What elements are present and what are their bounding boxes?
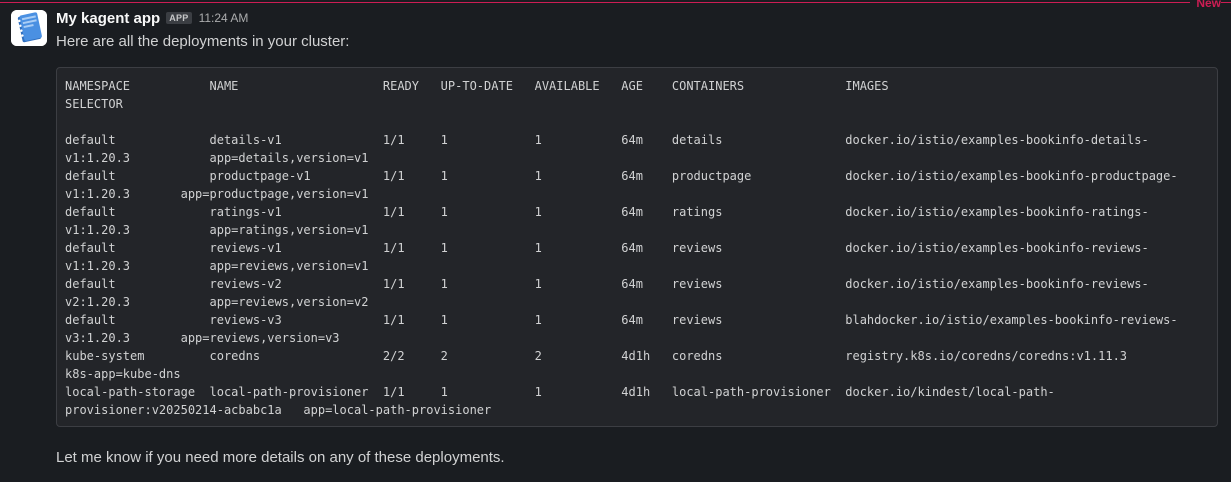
message-header: My kagent app APP 11:24 AM <box>56 8 1219 28</box>
message-timestamp[interactable]: 11:24 AM <box>199 11 249 25</box>
code-line: v1:1.20.3 app=details,version=v1 <box>65 151 369 165</box>
code-block[interactable]: NAMESPACE NAME READY UP-TO-DATE AVAILABL… <box>56 67 1218 427</box>
code-line: k8s-app=kube-dns <box>65 367 181 381</box>
code-line: v1:1.20.3 app=ratings,version=v1 <box>65 223 369 237</box>
notebook-icon <box>11 10 47 46</box>
code-line: v2:1.20.3 app=reviews,version=v2 <box>65 295 369 309</box>
deployments-output: NAMESPACE NAME READY UP-TO-DATE AVAILABL… <box>65 77 1209 419</box>
message-outro-text: Let me know if you need more details on … <box>56 449 505 466</box>
code-line: default reviews-v2 1/1 1 1 64m reviews d… <box>65 277 1149 291</box>
code-line: default reviews-v3 1/1 1 1 64m reviews b… <box>65 313 1178 327</box>
message-content: My kagent app APP 11:24 AM Here are all … <box>56 8 1219 469</box>
code-line: default details-v1 1/1 1 1 64m details d… <box>65 133 1149 147</box>
code-line: local-path-storage local-path-provisione… <box>65 385 1055 399</box>
code-line: SELECTOR <box>65 97 123 111</box>
app-badge: APP <box>166 12 192 24</box>
message-intro-text: Here are all the deployments in your clu… <box>56 33 350 50</box>
code-line: provisioner:v20250214-acbabc1a app=local… <box>65 403 492 417</box>
code-line: v3:1.20.3 app=reviews,version=v3 <box>65 331 340 345</box>
sender-name[interactable]: My kagent app <box>56 10 160 27</box>
code-line: default reviews-v1 1/1 1 1 64m reviews d… <box>65 241 1149 255</box>
code-line: default ratings-v1 1/1 1 1 64m ratings d… <box>65 205 1149 219</box>
code-line: NAMESPACE NAME READY UP-TO-DATE AVAILABL… <box>65 79 889 93</box>
code-line: v1:1.20.3 app=reviews,version=v1 <box>65 259 369 273</box>
code-line: kube-system coredns 2/2 2 2 4d1h coredns… <box>65 349 1128 363</box>
code-line: default productpage-v1 1/1 1 1 64m produ… <box>65 169 1178 183</box>
new-messages-divider: New <box>0 0 1231 9</box>
avatar[interactable] <box>11 10 47 46</box>
code-line: v1:1.20.3 app=productpage,version=v1 <box>65 187 369 201</box>
